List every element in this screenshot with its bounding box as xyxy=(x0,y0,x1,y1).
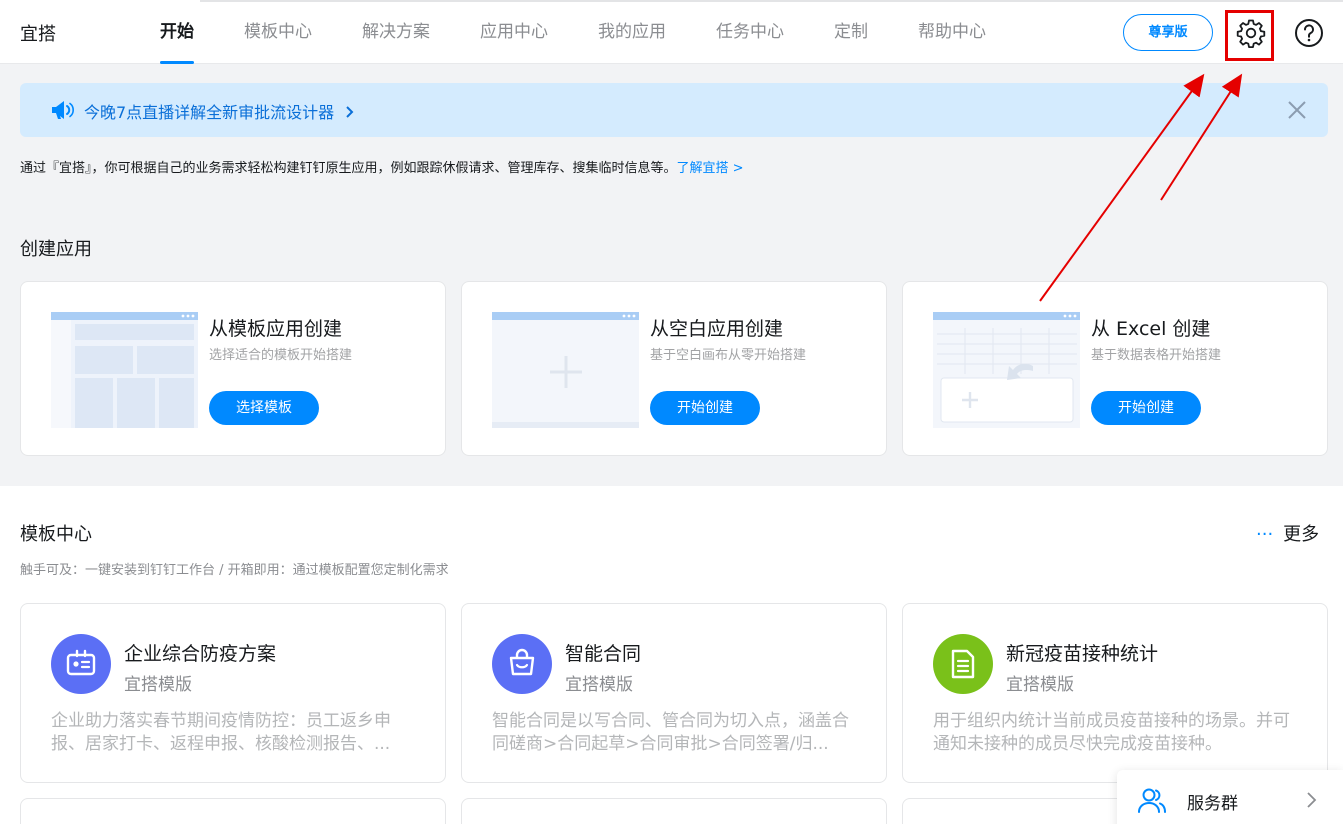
chevron-right-icon xyxy=(346,106,354,118)
nav-start[interactable]: 开始 xyxy=(140,0,214,64)
shopping-bag-icon xyxy=(492,634,552,694)
template-tag: 宜搭模版 xyxy=(565,675,633,695)
more-label: 更多 xyxy=(1283,524,1320,545)
create-app-title: 创建应用 xyxy=(20,239,92,260)
nav-task-center[interactable]: 任务中心 xyxy=(696,0,804,64)
gear-icon[interactable] xyxy=(1236,18,1266,48)
card-title: 从空白应用创建 xyxy=(650,318,784,340)
chevron-right-icon xyxy=(1307,792,1317,808)
template-description: 企业助力落实春节期间疫情防控：员工返乡申报、居家打卡、返程申报、核酸检测报告、.… xyxy=(51,711,391,754)
nav-app-center[interactable]: 应用中心 xyxy=(460,0,568,64)
template-center-description: 触手可及：一键安装到钉钉工作台 / 开箱即用：通过模板配置您定制化需求 xyxy=(20,563,449,578)
users-icon xyxy=(1138,788,1166,813)
nav-my-apps[interactable]: 我的应用 xyxy=(578,0,686,64)
blank-canvas-illustration xyxy=(492,312,639,428)
template-card-vaccine[interactable]: 新冠疫苗接种统计 宜搭模版 用于组织内统计当前成员疫苗接种的场景。并可通知未接种… xyxy=(902,603,1328,783)
intro-paragraph: 通过『宜搭』，你可根据自己的业务需求轻松构建钉钉原生应用，例如跟踪休假请求、管理… xyxy=(20,158,760,180)
template-layout-illustration xyxy=(51,312,198,428)
start-create-excel-button[interactable]: 开始创建 xyxy=(1091,391,1201,425)
service-group-label: 服务群 xyxy=(1187,794,1238,814)
document-icon xyxy=(933,634,993,694)
more-link[interactable]: ··· 更多 xyxy=(1256,520,1319,546)
main-nav: 开始 模板中心 解决方案 应用中心 我的应用 任务中心 定制 帮助中心 xyxy=(140,0,1016,64)
template-name: 智能合同 xyxy=(565,643,642,665)
template-center-title: 模板中心 xyxy=(20,524,92,545)
create-card-blank[interactable]: 从空白应用创建 基于空白画布从零开始搭建 开始创建 xyxy=(461,281,887,456)
brand-name[interactable]: 宜搭 xyxy=(20,20,56,46)
create-card-excel[interactable]: 从 Excel 创建 基于数据表格开始搭建 开始创建 xyxy=(902,281,1328,456)
intro-text: 通过『宜搭』，你可根据自己的业务需求轻松构建钉钉原生应用，例如跟踪休假请求、管理… xyxy=(20,161,677,176)
banner-link[interactable]: 今晚7点直播详解全新审批流设计器 xyxy=(84,99,355,123)
excel-import-illustration xyxy=(933,312,1080,428)
card-title: 从模板应用创建 xyxy=(209,318,343,340)
select-template-button[interactable]: 选择模板 xyxy=(209,391,319,425)
start-create-blank-button[interactable]: 开始创建 xyxy=(650,391,760,425)
template-card-partial[interactable] xyxy=(461,798,887,824)
create-card-template[interactable]: 从模板应用创建 选择适合的模板开始搭建 选择模板 xyxy=(20,281,446,456)
nav-template-center[interactable]: 模板中心 xyxy=(224,0,332,64)
template-card-contract[interactable]: 智能合同 宜搭模版 智能合同是以写合同、管合同为切入点，涵盖合同磋商>合同起草>… xyxy=(461,603,887,783)
card-subtitle: 基于空白画布从零开始搭建 xyxy=(650,348,807,363)
template-tag: 宜搭模版 xyxy=(1006,675,1074,695)
card-title: 从 Excel 创建 xyxy=(1091,318,1211,340)
megaphone-icon xyxy=(52,101,74,119)
top-header: 宜搭 开始 模板中心 解决方案 应用中心 我的应用 任务中心 定制 帮助中心 尊… xyxy=(0,0,1343,64)
nav-custom[interactable]: 定制 xyxy=(814,0,888,64)
more-dots-icon: ··· xyxy=(1256,524,1274,545)
learn-more-link[interactable]: 了解宜搭 > xyxy=(677,161,744,176)
template-description: 用于组织内统计当前成员疫苗接种的场景。并可通知未接种的成员尽快完成疫苗接种。 xyxy=(933,711,1290,754)
announcement-banner: 今晚7点直播详解全新审批流设计器 xyxy=(20,83,1328,137)
nav-solutions[interactable]: 解决方案 xyxy=(342,0,450,64)
template-card-partial[interactable] xyxy=(20,798,446,824)
card-subtitle: 选择适合的模板开始搭建 xyxy=(209,348,353,363)
close-icon[interactable] xyxy=(1286,99,1308,121)
template-card-epidemic[interactable]: 企业综合防疫方案 宜搭模版 企业助力落实春节期间疫情防控：员工返乡申报、居家打卡… xyxy=(20,603,446,783)
card-subtitle: 基于数据表格开始搭建 xyxy=(1091,348,1222,363)
template-name: 企业综合防疫方案 xyxy=(124,643,277,665)
nav-help-center[interactable]: 帮助中心 xyxy=(898,0,1006,64)
banner-text: 今晚7点直播详解全新审批流设计器 xyxy=(84,103,335,122)
id-card-icon xyxy=(51,634,111,694)
help-icon[interactable] xyxy=(1294,18,1324,48)
template-tag: 宜搭模版 xyxy=(124,675,192,695)
template-name: 新冠疫苗接种统计 xyxy=(1006,643,1159,665)
excel-plus-icon xyxy=(962,392,978,408)
service-group-button[interactable]: 服务群 xyxy=(1117,770,1343,824)
vip-edition-button[interactable]: 尊享版 xyxy=(1123,14,1213,51)
template-description: 智能合同是以写合同、管合同为切入点，涵盖合同磋商>合同起草>合同审批>合同签署/… xyxy=(492,711,849,754)
